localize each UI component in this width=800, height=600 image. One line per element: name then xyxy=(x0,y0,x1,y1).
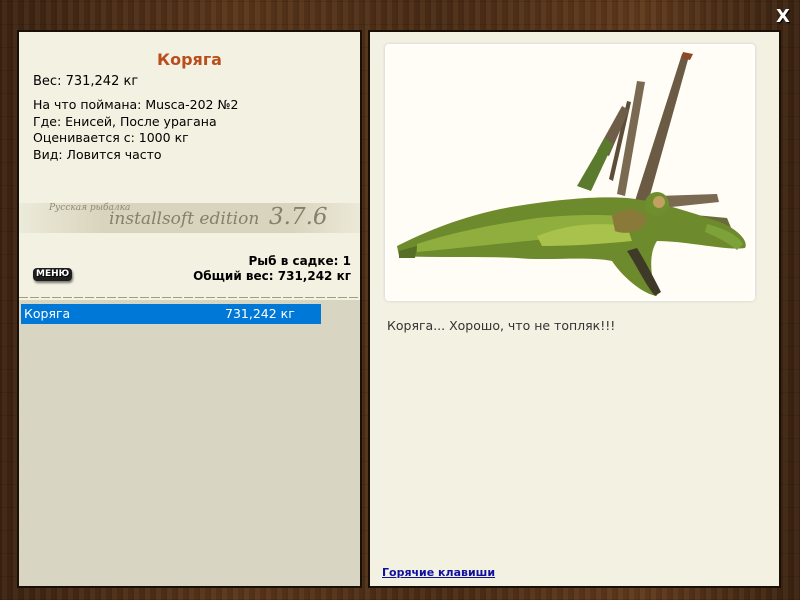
keepnet-total-weight: Общий вес: 731,242 кг xyxy=(193,269,351,283)
hotkeys-link[interactable]: Горячие клавиши xyxy=(382,566,495,579)
caught-with-row: На что поймана: Musca-202 №2 xyxy=(33,97,238,114)
fish-info-panel: Коряга Вес: 731,242 кг На что поймана: M… xyxy=(17,30,362,588)
kind-label: Вид: xyxy=(33,146,63,162)
version-label: 3.7.6 xyxy=(269,204,328,230)
keepnet-summary: Рыб в садке: 1 Общий вес: 731,242 кг xyxy=(193,254,351,284)
fish-title: Коряга xyxy=(157,50,222,69)
close-button[interactable]: X xyxy=(772,6,794,28)
fish-description: Коряга... Хорошо, что не топляк!!! xyxy=(387,318,616,333)
driftwood-image xyxy=(397,52,746,296)
list-item[interactable]: Коряга 731,242 кг xyxy=(21,304,321,324)
valued-label: Оценивается с: xyxy=(33,130,135,145)
location-value: Енисей, После урагана xyxy=(65,113,217,129)
list-item-weight: 731,242 кг xyxy=(225,306,295,321)
kind-value: Ловится часто xyxy=(66,146,162,162)
location-row: Где: Енисей, После урагана xyxy=(33,114,238,131)
caught-with-label: На что поймана: xyxy=(33,97,142,112)
edition-banner: Русская рыбалка installsoft edition 3.7.… xyxy=(19,203,360,233)
fish-image-panel: Коряга... Хорошо, что не топляк!!! Горяч… xyxy=(368,30,781,588)
edition-label: installsoft edition xyxy=(109,209,260,229)
valued-row: Оценивается с: 1000 кг xyxy=(33,130,238,147)
fish-image xyxy=(385,44,755,301)
fish-details: На что поймана: Musca-202 №2 Где: Енисей… xyxy=(33,97,238,163)
location-label: Где: xyxy=(33,113,62,129)
keepnet-count: Рыб в садке: 1 xyxy=(248,254,352,268)
keepnet-list[interactable]: Коряга 731,242 кг xyxy=(19,300,360,586)
valued-value: 1000 кг xyxy=(138,130,189,145)
fish-weight: Вес: 731,242 кг xyxy=(33,74,139,89)
menu-button[interactable]: МЕНЮ xyxy=(33,268,73,281)
kind-row: Вид: Ловится часто xyxy=(33,147,238,164)
caught-with-value: Musca-202 №2 xyxy=(145,97,239,112)
list-item-name: Коряга xyxy=(24,306,71,321)
